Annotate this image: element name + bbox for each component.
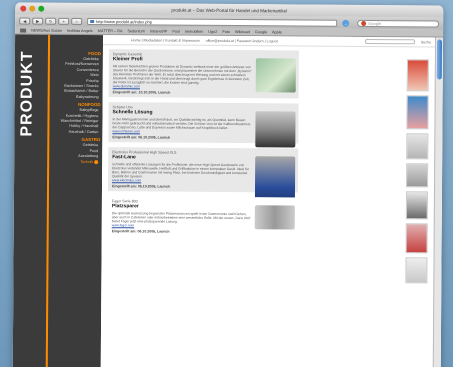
brand-logo[interactable]: PRODUKT <box>18 39 41 139</box>
forward-button[interactable]: ▶ <box>32 17 44 25</box>
ad-banner[interactable] <box>405 223 428 254</box>
address-bar[interactable]: http://www.produkt.at/index.php <box>87 17 338 27</box>
article-card[interactable]: Electrolux Professional High Speed XLS F… <box>107 147 299 209</box>
bookmark-item[interactable]: NEWS/Aus Susan <box>31 28 62 32</box>
site-search-input[interactable] <box>364 38 415 45</box>
minimize-button[interactable] <box>29 5 36 12</box>
ad-banner[interactable] <box>405 257 428 284</box>
article-image[interactable] <box>255 58 296 93</box>
window-title: produkt.at – Das Web-Portal für Handel u… <box>171 7 288 13</box>
site-search-button[interactable]: Suche <box>421 40 431 44</box>
article-date: Eingestellt am: 06.10.2006, Launch <box>111 229 170 234</box>
top-nav-links[interactable]: Home | Mediadaten | Kontakt & Impressum <box>131 38 200 42</box>
bookmark-item[interactable]: Ugo2 <box>208 29 217 33</box>
bookmark-item[interactable]: Foto <box>222 29 230 33</box>
article-card[interactable]: Schärer Uno Schnelle Lösung In der Menüg… <box>108 102 299 148</box>
ad-banner[interactable] <box>405 191 428 220</box>
bookmark-item[interactable]: Pool <box>172 29 180 33</box>
ad-banner[interactable] <box>406 163 429 188</box>
search-field[interactable]: Google <box>357 19 440 27</box>
zoom-button[interactable] <box>38 5 45 12</box>
home-button[interactable]: ⌂ <box>71 17 83 25</box>
reload-button[interactable]: ↻ <box>45 17 57 25</box>
ad-banner[interactable] <box>406 59 429 92</box>
back-button[interactable]: ◀ <box>19 17 31 25</box>
article-list: Dynamic Genomic Kleiner Profi Mit seinen… <box>107 49 299 242</box>
sidebar: PRODUKT FOOD Getränke Feinkost/Konserven… <box>12 34 104 367</box>
bookmark-item[interactable]: Wikiread <box>235 30 250 34</box>
ad-banner[interactable] <box>406 133 429 160</box>
favicon-icon <box>90 19 95 23</box>
article-card[interactable]: Dynamic Genomic Kleiner Profi Mit seinen… <box>108 49 299 99</box>
ad-banner[interactable] <box>406 95 429 130</box>
nav-item[interactable]: Babynahrung <box>49 95 101 101</box>
nav-section-food[interactable]: FOOD <box>49 51 101 56</box>
bookmark-item[interactable]: Immobilien <box>185 29 203 33</box>
article-body: In der Menügastronomie und überall dort,… <box>112 117 251 131</box>
category-nav: FOOD Getränke Feinkost/Konserven Conveni… <box>48 49 101 165</box>
bookmark-item[interactable]: Google <box>255 30 267 34</box>
google-icon <box>361 20 367 26</box>
bookmark-item[interactable]: Apple <box>272 30 282 34</box>
close-button[interactable] <box>20 5 27 12</box>
article-body: Schnelle und effiziente Lösungen für die… <box>112 162 249 179</box>
bookmark-item[interactable]: Intranet/IP <box>150 29 168 33</box>
bookmark-item[interactable]: Institute Angels <box>67 28 93 32</box>
main-content: Home | Mediadaten | Kontakt & Impressum … <box>100 35 444 367</box>
web-page: PRODUKT FOOD Getränke Feinkost/Konserven… <box>12 34 444 367</box>
scrollbar-thumb[interactable] <box>436 39 443 80</box>
active-indicator-icon <box>94 159 99 164</box>
nav-item-active[interactable]: Technik <box>48 159 100 165</box>
article-image[interactable] <box>255 111 296 148</box>
article-image[interactable] <box>254 205 295 230</box>
article-body: Mit seinen federleichten grünen Produkte… <box>112 64 252 85</box>
bookmarks-icon[interactable] <box>20 28 27 33</box>
nav-section-gastro[interactable]: GASTRO <box>48 137 101 142</box>
search-placeholder: Google <box>368 20 382 26</box>
browser-window: produkt.at – Das Web-Portal für Handel u… <box>12 2 444 367</box>
account-links[interactable]: office@produkt.at | Passwort ändern | Lo… <box>206 38 278 43</box>
bookmark-item[interactable]: Sedentum <box>127 29 144 33</box>
url-text: http://www.produkt.at/index.php <box>96 18 152 24</box>
bookmark-item[interactable]: MATTER – RA <box>98 29 123 33</box>
article-card[interactable]: Fagor Serie 800 Platzsparer Die optimale… <box>107 196 298 238</box>
nav-section-nonfood[interactable]: NONFOOD <box>49 102 100 107</box>
top-navigation: Home | Mediadaten | Kontakt & Impressum … <box>103 35 444 48</box>
ad-column <box>405 59 429 287</box>
nav-item[interactable]: Haushalt / Garten <box>48 130 100 136</box>
article-body: Die optimale Ausnutzung begrenzter Platz… <box>111 211 251 224</box>
add-bookmark-button[interactable]: + <box>58 17 70 25</box>
vertical-scrollbar[interactable] <box>432 37 444 367</box>
go-icon[interactable]: → <box>342 19 350 27</box>
